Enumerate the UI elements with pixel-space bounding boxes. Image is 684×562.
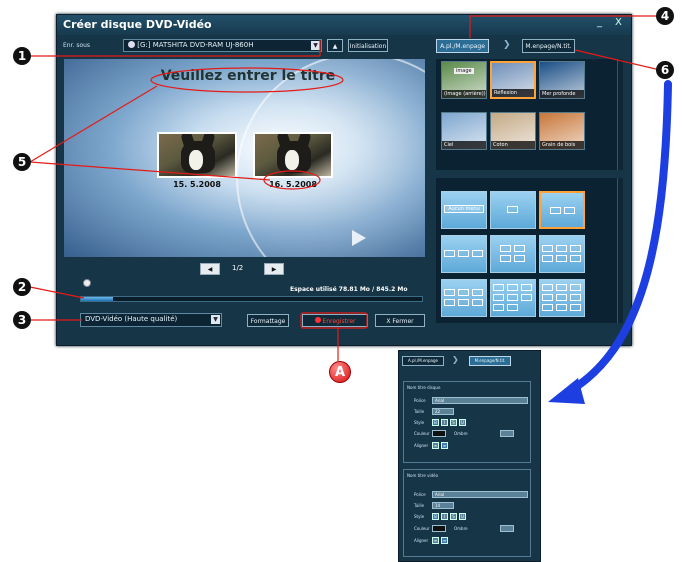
callout-5: 5	[13, 153, 31, 171]
callout-6: 6	[656, 61, 674, 79]
callout-5-line	[29, 161, 271, 181]
callout-6-line	[574, 49, 661, 71]
callout-2-line	[29, 286, 85, 299]
title-highlight	[150, 67, 344, 93]
annotation-overlay	[29, 15, 672, 404]
record-highlight	[300, 312, 368, 329]
arrow-to-subpanel	[564, 80, 672, 396]
callout-5-line	[29, 85, 158, 163]
date-highlight	[263, 170, 321, 190]
callout-A: A	[329, 361, 351, 383]
callout-3: 3	[13, 311, 31, 329]
stage: Créer disque DVD-Vidéo _ X Enr. sous [G:…	[0, 0, 684, 562]
callout-4: 4	[656, 7, 674, 25]
callout-2: 2	[13, 278, 31, 296]
annotation-lines	[29, 15, 661, 361]
callout-1: 1	[13, 47, 31, 65]
